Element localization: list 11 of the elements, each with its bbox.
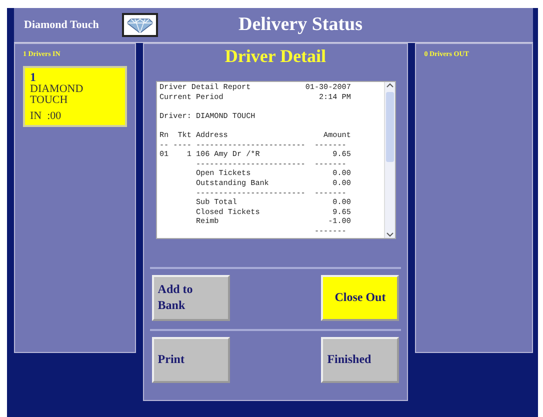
driver-card[interactable]: 1 DIAMOND TOUCH IN :00	[23, 66, 127, 128]
scrollbar[interactable]	[384, 82, 394, 238]
action-button[interactable]: Print	[152, 337, 230, 383]
action-button[interactable]: Add to Bank	[152, 275, 230, 321]
app-name: Diamond Touch	[23, 19, 100, 31]
scroll-down-icon[interactable]	[386, 230, 394, 238]
scroll-up-icon[interactable]	[386, 82, 394, 90]
action-button[interactable]: Close Out	[321, 275, 400, 321]
action-button[interactable]: Finished	[321, 337, 400, 383]
panel-title: Driver Detail	[224, 46, 326, 67]
screen-title: Delivery Status	[237, 14, 364, 36]
